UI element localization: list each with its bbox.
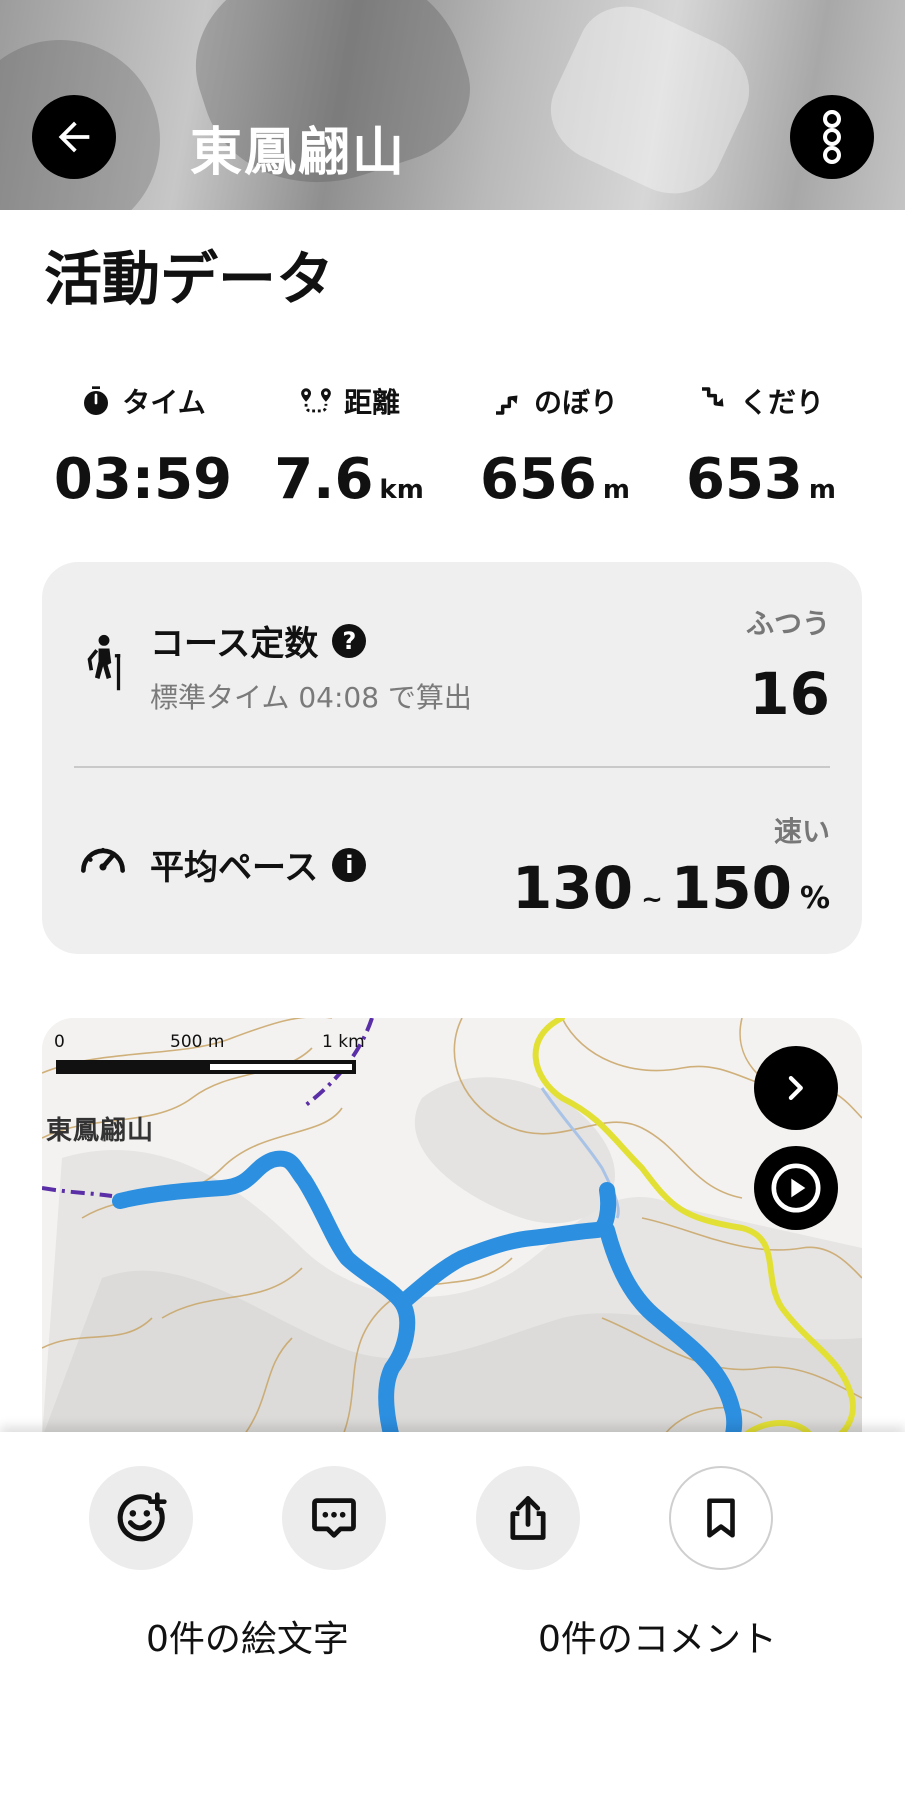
stat-ascent: のぼり 656 m — [452, 375, 658, 512]
bookmark-button[interactable] — [669, 1466, 773, 1570]
stat-time-value: 03:59 — [53, 447, 233, 512]
more-options-button[interactable] — [790, 95, 874, 179]
share-button[interactable] — [476, 1466, 580, 1570]
hiker-icon — [87, 634, 121, 691]
stat-ascent-label: のぼり — [533, 386, 618, 419]
stat-time-label: タイム — [122, 386, 206, 419]
emoji-count-label[interactable]: 0件の絵文字 — [146, 1610, 349, 1662]
header-photo-highlight — [534, 0, 766, 210]
open-map-button[interactable] — [754, 1046, 838, 1130]
stat-ascent-unit: m — [602, 475, 630, 505]
comment-icon — [312, 1498, 356, 1538]
share-icon — [510, 1496, 546, 1540]
activity-stats: タイム 03:59 距離 7.6 km のぼり 656 m くだり 653 m — [40, 375, 865, 515]
bottom-action-bar: 0件の絵文字 0件のコメント — [0, 1432, 905, 1810]
map-canvas — [42, 1018, 862, 1438]
average-pace-title: 平均ペース i — [150, 840, 367, 889]
stopwatch-icon — [84, 386, 109, 415]
descent-arrow-icon — [701, 387, 724, 407]
stat-distance-value: 7.6 — [274, 447, 374, 512]
pace-grade-label: 速い — [773, 815, 830, 848]
play-circle-icon — [771, 1163, 821, 1213]
speedometer-icon — [81, 847, 125, 873]
header-banner: 東鳳翩山 — [0, 0, 905, 210]
difficulty-card: コース定数 ? 標準タイム 04:08 で算出 ふつう 16 平均ペース i 速… — [42, 562, 862, 954]
standard-time-text: 標準タイム 04:08 で算出 — [150, 681, 472, 714]
stat-descent-label: くだり — [739, 386, 824, 419]
pace-unit: % — [799, 881, 830, 916]
stat-distance-unit: km — [379, 475, 424, 505]
stat-ascent-value: 656 — [480, 447, 597, 512]
course-constant-value: 16 — [749, 660, 830, 728]
stat-descent: くだり 653 m — [658, 375, 864, 512]
section-title: 活動データ — [44, 245, 335, 313]
page-title: 東鳳翩山 — [190, 123, 407, 183]
comment-count-label[interactable]: 0件のコメント — [538, 1610, 777, 1662]
course-constant-label: コース定数 — [150, 624, 319, 664]
pace-range-value: 130 ~150% — [512, 854, 830, 922]
help-icon[interactable]: ? — [332, 623, 367, 658]
card-divider — [74, 766, 830, 768]
bookmark-icon — [707, 1498, 735, 1538]
stat-descent-value: 653 — [686, 447, 803, 512]
stat-time: タイム 03:59 — [40, 375, 246, 512]
play-replay-button[interactable] — [754, 1146, 838, 1230]
info-icon[interactable]: i — [332, 847, 367, 882]
ascent-arrow-icon — [495, 395, 518, 415]
route-pin-icon — [301, 388, 331, 413]
pace-range-separator: ~ — [641, 885, 663, 915]
stat-distance-label: 距離 — [343, 386, 400, 419]
comment-button[interactable] — [282, 1466, 386, 1570]
course-grade-label: ふつう — [745, 607, 830, 640]
route-map[interactable]: 0 500 m 1 km 東鳳翩山 — [42, 1018, 862, 1438]
scale-label-1km: 1 km — [322, 1032, 365, 1052]
stat-distance: 距離 7.6 km — [246, 375, 452, 512]
peak-name-label: 東鳳翩山 — [46, 1116, 155, 1146]
arrow-left-icon — [58, 121, 90, 153]
average-pace-label: 平均ペース — [150, 848, 319, 888]
chevron-right-icon — [788, 1076, 803, 1100]
scale-label-zero: 0 — [54, 1032, 65, 1052]
pace-min-value: 130 — [511, 854, 634, 922]
pace-max-value: 150 — [670, 854, 792, 922]
course-constant-title: コース定数 ? — [150, 616, 367, 665]
add-emoji-button[interactable] — [89, 1466, 193, 1570]
scale-label-500m: 500 m — [170, 1032, 225, 1052]
add-emoji-icon — [117, 1492, 167, 1542]
back-button[interactable] — [32, 95, 116, 179]
stat-descent-unit: m — [808, 475, 836, 505]
more-vertical-icon — [823, 110, 841, 164]
